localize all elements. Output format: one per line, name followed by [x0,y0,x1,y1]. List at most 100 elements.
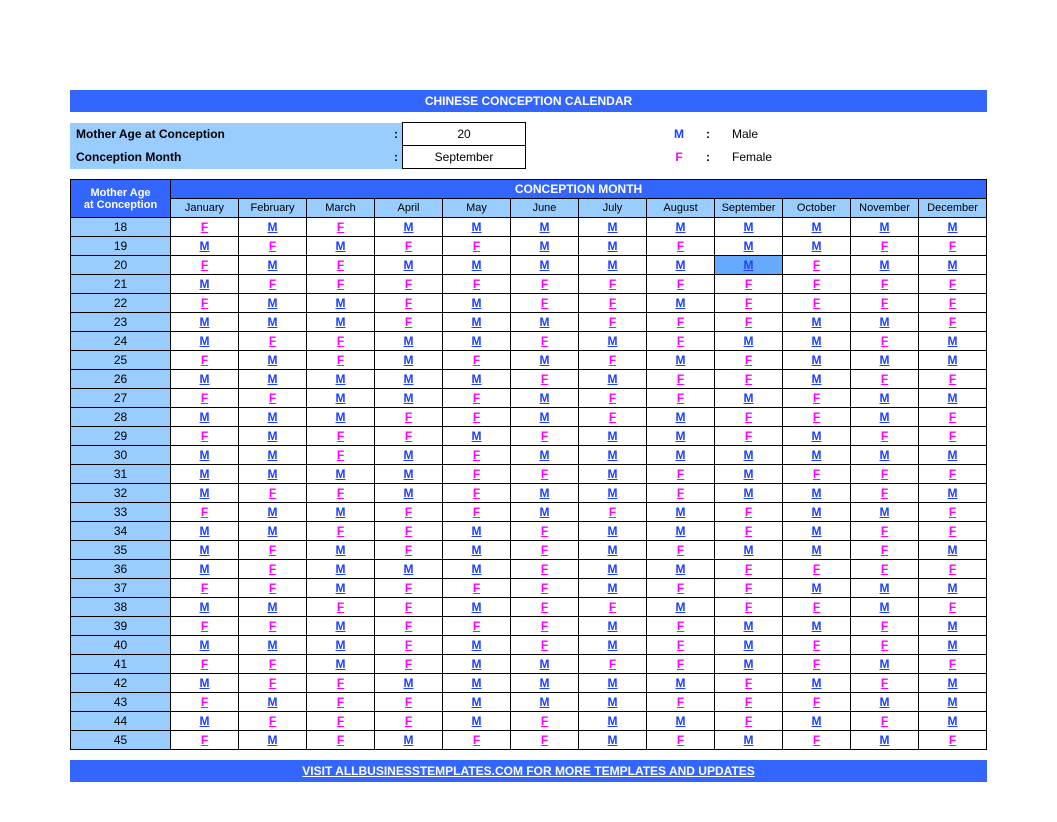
gender-cell: M [851,446,919,465]
gender-cell: F [375,408,443,427]
gender-cell: F [307,275,375,294]
gender-cell: F [511,427,579,446]
gender-cell: F [647,617,715,636]
gender-cell: F [647,465,715,484]
table-row: 28MMMFFMFMFFMF [71,408,987,427]
gender-cell: M [647,522,715,541]
gender-cell: M [375,351,443,370]
gender-cell: M [443,636,511,655]
gender-cell: F [715,370,783,389]
gender-cell: F [919,408,987,427]
gender-cell: F [647,579,715,598]
gender-cell: F [715,598,783,617]
gender-cell: M [443,560,511,579]
age-header: 23 [71,313,171,332]
gender-cell: M [171,446,239,465]
gender-cell: F [919,465,987,484]
gender-cell: M [307,370,375,389]
table-row: 38MMFFMFFMFFMF [71,598,987,617]
calendar-table: Mother Age at Conception CONCEPTION MONT… [70,179,987,750]
gender-cell: F [171,503,239,522]
age-header: 21 [71,275,171,294]
gender-cell: M [239,256,307,275]
gender-cell: M [919,389,987,408]
age-header: 29 [71,427,171,446]
gender-cell: F [919,731,987,750]
table-row: 27FFMMFMFFMFMM [71,389,987,408]
gender-cell: F [851,275,919,294]
gender-cell: F [511,465,579,484]
age-header: 34 [71,522,171,541]
gender-cell: F [851,674,919,693]
gender-cell: M [715,655,783,674]
gender-cell: M [239,370,307,389]
gender-cell: F [783,465,851,484]
gender-cell: F [783,294,851,313]
table-row: 25FMFMFMFMFMMM [71,351,987,370]
gender-cell: F [307,693,375,712]
gender-cell: M [783,237,851,256]
gender-cell: F [171,731,239,750]
gender-cell: F [783,256,851,275]
gender-cell: M [851,655,919,674]
gender-cell: F [579,408,647,427]
gender-cell: F [511,636,579,655]
gender-cell: M [647,598,715,617]
gender-cell: F [919,655,987,674]
gender-cell: M [375,446,443,465]
gender-cell: F [919,522,987,541]
gender-cell: F [579,313,647,332]
gender-cell: M [239,351,307,370]
gender-cell: F [511,294,579,313]
gender-cell: M [851,731,919,750]
gender-cell: F [171,693,239,712]
table-row: 35MFMFMFMFMMFM [71,541,987,560]
gender-cell: M [375,389,443,408]
table-row: 42MFFMMMMMFMFM [71,674,987,693]
gender-cell: F [307,351,375,370]
gender-cell: M [511,351,579,370]
gender-cell: F [511,731,579,750]
legend-f-key: F [658,146,700,169]
month-header: October [783,199,851,218]
month-header: December [919,199,987,218]
age-header: 45 [71,731,171,750]
gender-cell: F [783,731,851,750]
corner-l2: at Conception [84,199,157,211]
gender-cell: F [239,655,307,674]
month-input[interactable]: September [403,146,526,169]
gender-cell: F [443,465,511,484]
gender-cell: M [647,218,715,237]
calendar-head: Mother Age at Conception CONCEPTION MONT… [71,180,987,218]
gender-cell: F [851,332,919,351]
footer-bar[interactable]: VISIT ALLBUSINESSTEMPLATES.COM FOR MORE … [70,760,987,782]
gender-cell: F [239,560,307,579]
age-header: 27 [71,389,171,408]
gender-cell: F [375,237,443,256]
gender-cell: M [171,712,239,731]
gender-cell: F [919,370,987,389]
gender-cell: M [239,218,307,237]
gender-cell: M [171,541,239,560]
gender-cell: F [307,256,375,275]
gender-cell: F [171,256,239,275]
gender-cell: M [307,465,375,484]
legend-f-text: Female [726,146,987,169]
month-colon: : [382,146,403,169]
age-input[interactable]: 20 [403,123,526,146]
gender-cell: F [375,655,443,674]
table-row: 24MFFMMFMFMMFM [71,332,987,351]
month-header-row: JanuaryFebruaryMarchAprilMayJuneJulyAugu… [71,199,987,218]
gender-cell: F [511,332,579,351]
gender-cell: M [647,256,715,275]
gender-cell: F [375,294,443,313]
age-header: 31 [71,465,171,484]
gender-cell: F [783,655,851,674]
gender-cell: M [579,522,647,541]
gender-cell: F [647,731,715,750]
table-row: 22FMMFMFFMFFFF [71,294,987,313]
gender-cell: F [919,237,987,256]
gender-cell: M [171,598,239,617]
gender-cell: M [851,408,919,427]
gender-cell: M [443,598,511,617]
